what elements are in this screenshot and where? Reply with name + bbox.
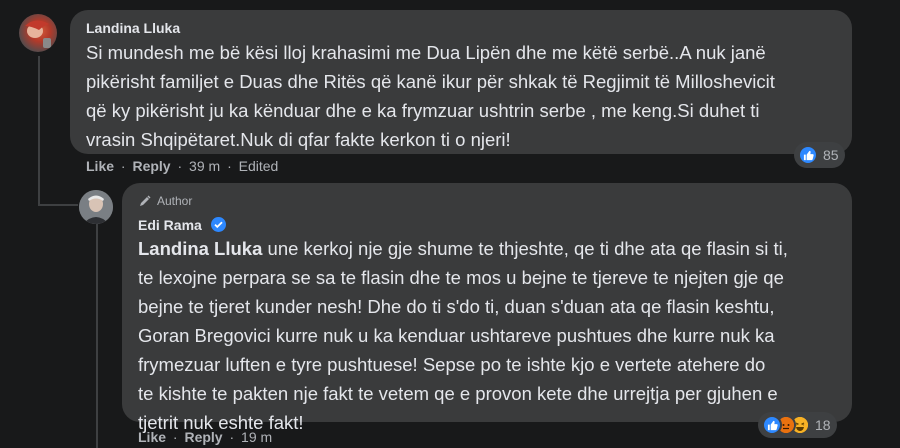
comment-line: te lexojne perpara se sa te flasin dhe t… [138, 267, 784, 288]
comment-actions: Like · Reply · 19 m [138, 429, 272, 445]
like-button[interactable]: Like [86, 158, 114, 174]
thread-line-reply [96, 224, 98, 448]
comment-line: Landina Lluka une kerkoj nje gje shume t… [138, 234, 848, 263]
comment-line: Goran Bregovici kurre nuk u ka kenduar u… [138, 325, 775, 346]
dot-separator: · [227, 158, 232, 174]
comment-line: Si mundesh me bë kësi lloj krahasimi me … [86, 42, 766, 63]
timestamp[interactable]: 19 m [241, 429, 272, 445]
avatar[interactable] [79, 190, 113, 224]
comment-text: Si mundesh me bë kësi lloj krahasimi me … [86, 38, 846, 154]
reaction-count: 18 [815, 417, 831, 433]
reply-button[interactable]: Reply [184, 429, 222, 445]
like-icon [762, 415, 782, 435]
reply-button[interactable]: Reply [132, 158, 170, 174]
pencil-icon [140, 195, 151, 206]
dot-separator: · [172, 429, 178, 445]
reactions-summary[interactable]: 85 [794, 142, 845, 168]
avatar[interactable] [19, 14, 57, 52]
author-name-row: Edi Rama [138, 217, 226, 233]
comment-line: te kishte te pakten nje fakt te vetem qe… [138, 383, 778, 404]
verified-badge-icon [210, 217, 226, 232]
mention-link[interactable]: Landina Lluka [138, 238, 262, 259]
author-name[interactable]: Landina Lluka [86, 20, 180, 36]
like-icon [798, 145, 818, 165]
thread-line-vertical [38, 56, 40, 206]
author-name[interactable]: Edi Rama [138, 217, 202, 233]
like-button[interactable]: Like [138, 429, 166, 445]
comment-line: pikërisht familjet e Duas dhe Ritës që k… [86, 71, 775, 92]
comment-line-text: une kerkoj nje gje shume te thjeshte, qe… [262, 238, 788, 259]
comment-line: vrasin Shqipëtaret.Nuk di qfar fakte ker… [86, 129, 511, 150]
author-badge-label: Author [157, 194, 193, 208]
dot-separator: · [120, 158, 126, 174]
avatar-photo-icon [79, 190, 113, 224]
author-badge: Author [138, 194, 192, 208]
reactions-summary[interactable]: 18 [758, 412, 837, 438]
dot-separator: · [177, 158, 183, 174]
edited-label[interactable]: Edited [239, 158, 279, 174]
thread-line-elbow [38, 204, 78, 206]
comment-line: frymezuar luften e tyre pushtuese! Sepse… [138, 354, 766, 375]
comment-line: bejne te tjeret kunder nesh! Dhe do ti s… [138, 296, 775, 317]
reaction-count: 85 [823, 147, 839, 163]
comment-actions: Like · Reply · 39 m · Edited [86, 158, 278, 174]
avatar-photo-icon [25, 20, 51, 48]
timestamp[interactable]: 39 m [189, 158, 220, 174]
comment-text: Landina Lluka une kerkoj nje gje shume t… [138, 234, 848, 437]
comment-line: që ky pikërisht ju ka kënduar dhe e ka f… [86, 100, 760, 121]
dot-separator: · [229, 429, 235, 445]
